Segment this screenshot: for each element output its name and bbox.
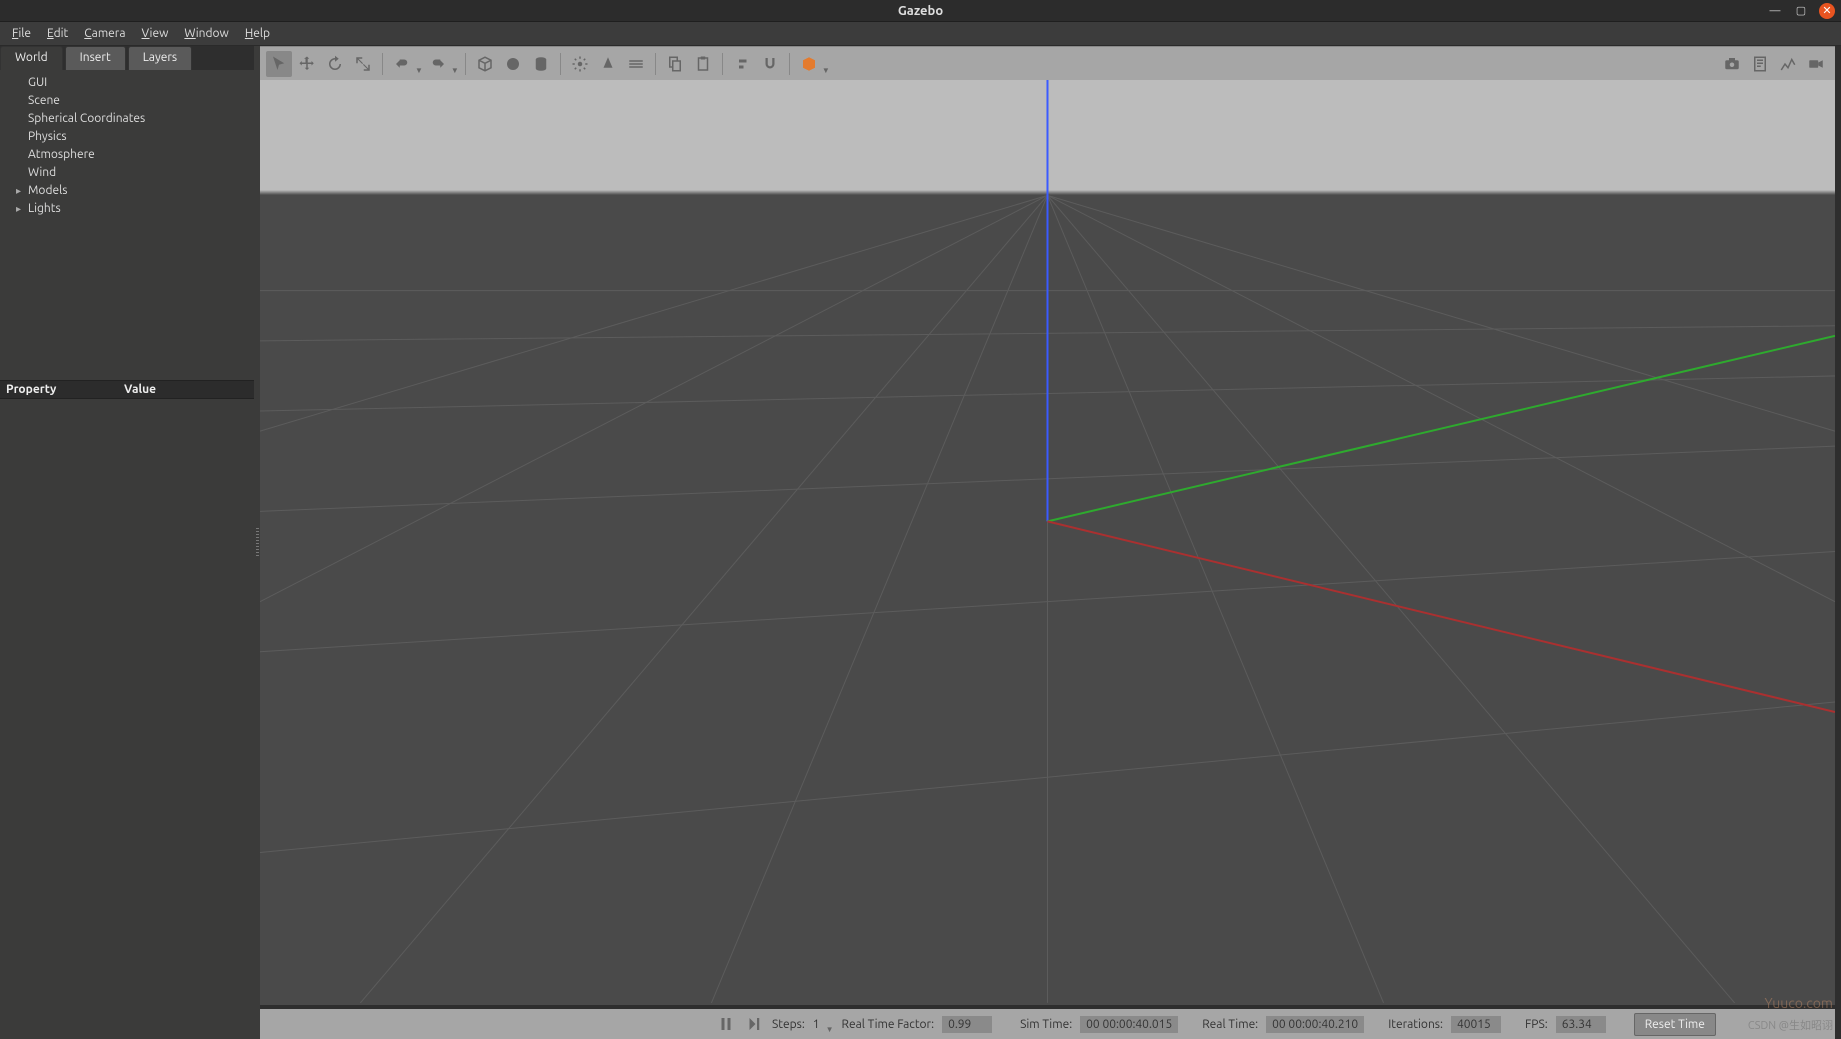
- pause-button[interactable]: [716, 1014, 736, 1034]
- snap-button[interactable]: [757, 51, 783, 77]
- tree-scene[interactable]: Scene: [12, 92, 254, 110]
- undo-button[interactable]: [389, 51, 415, 77]
- align-button[interactable]: [729, 51, 755, 77]
- paste-button[interactable]: [690, 51, 716, 77]
- view-angle-dropdown-icon[interactable]: ▼: [822, 66, 830, 80]
- select-tool[interactable]: [266, 51, 292, 77]
- world-tree: GUI Scene Spherical Coordinates Physics …: [0, 70, 254, 380]
- point-light[interactable]: [567, 51, 593, 77]
- translate-tool[interactable]: [294, 51, 320, 77]
- tree-lights[interactable]: Lights: [12, 200, 254, 218]
- record-button[interactable]: [1803, 51, 1829, 77]
- viewport-3d[interactable]: [260, 80, 1835, 1005]
- menu-help[interactable]: Help: [237, 24, 278, 43]
- undo-dropdown-icon[interactable]: ▼: [415, 66, 423, 80]
- steps-label: Steps:: [772, 1018, 805, 1031]
- axes-overlay: [260, 80, 1835, 1003]
- menu-camera[interactable]: Camera: [76, 24, 133, 43]
- menu-edit[interactable]: Edit: [39, 24, 76, 43]
- value-col: Value: [118, 381, 162, 398]
- minimize-button[interactable]: —: [1767, 3, 1783, 19]
- tree-physics[interactable]: Physics: [12, 128, 254, 146]
- toolbar: ▼ ▼ ▼: [260, 46, 1835, 80]
- fps-label: FPS:: [1525, 1018, 1548, 1031]
- tree-spherical[interactable]: Spherical Coordinates: [12, 110, 254, 128]
- watermark: Yuuco.com: [1764, 995, 1833, 1011]
- tab-insert[interactable]: Insert: [65, 46, 126, 70]
- maximize-button[interactable]: ▢: [1793, 3, 1809, 19]
- directional-light[interactable]: [623, 51, 649, 77]
- box-shape[interactable]: [472, 51, 498, 77]
- x-axis: [1047, 521, 1834, 712]
- iterations-value: 40015: [1451, 1016, 1501, 1033]
- realtime-value: 00 00:00:40.210: [1266, 1016, 1364, 1033]
- simtime-value: 00 00:00:40.015: [1080, 1016, 1178, 1033]
- plot-button[interactable]: [1775, 51, 1801, 77]
- titlebar: Gazebo — ▢ ✕: [0, 0, 1841, 22]
- left-panel: World Insert Layers GUI Scene Spherical …: [0, 46, 254, 1039]
- y-axis: [1047, 336, 1834, 522]
- screenshot-button[interactable]: [1719, 51, 1745, 77]
- rotate-tool[interactable]: [322, 51, 348, 77]
- tree-models[interactable]: Models: [12, 182, 254, 200]
- steps-dropdown-icon[interactable]: ▼: [826, 1025, 834, 1039]
- view-angle-button[interactable]: [796, 51, 822, 77]
- iterations-label: Iterations:: [1388, 1018, 1443, 1031]
- menubar: File Edit Camera View Window Help: [0, 22, 1841, 46]
- steps-value: 1: [813, 1018, 820, 1031]
- step-button[interactable]: [744, 1014, 764, 1034]
- property-header: Property Value: [0, 380, 254, 399]
- scale-tool[interactable]: [350, 51, 376, 77]
- menu-window[interactable]: Window: [176, 24, 236, 43]
- tree-gui[interactable]: GUI: [12, 74, 254, 92]
- tree-atmosphere[interactable]: Atmosphere: [12, 146, 254, 164]
- copy-button[interactable]: [662, 51, 688, 77]
- fps-value: 63.34: [1556, 1016, 1606, 1033]
- tab-layers[interactable]: Layers: [128, 46, 192, 70]
- attribution: CSDN @生如昭诩: [1748, 1017, 1833, 1033]
- rtf-value: 0.99: [942, 1016, 992, 1033]
- property-col: Property: [0, 381, 118, 398]
- menu-view[interactable]: View: [134, 24, 177, 43]
- spot-light[interactable]: [595, 51, 621, 77]
- status-bar: Steps: 1 ▼ Real Time Factor: 0.99 Sim Ti…: [260, 1009, 1835, 1039]
- property-body: [0, 399, 254, 1039]
- close-button[interactable]: ✕: [1819, 3, 1835, 19]
- redo-button[interactable]: [425, 51, 451, 77]
- simtime-label: Sim Time:: [1020, 1018, 1072, 1031]
- rtf-label: Real Time Factor:: [842, 1018, 935, 1031]
- menu-file[interactable]: File: [4, 24, 39, 43]
- log-button[interactable]: [1747, 51, 1773, 77]
- cylinder-shape[interactable]: [528, 51, 554, 77]
- tree-wind[interactable]: Wind: [12, 164, 254, 182]
- window-title: Gazebo: [898, 4, 943, 18]
- sidebar-tabs: World Insert Layers: [0, 46, 254, 70]
- realtime-label: Real Time:: [1202, 1018, 1258, 1031]
- tab-world[interactable]: World: [0, 46, 63, 70]
- redo-dropdown-icon[interactable]: ▼: [451, 66, 459, 80]
- reset-time-button[interactable]: Reset Time: [1634, 1013, 1716, 1036]
- sphere-shape[interactable]: [500, 51, 526, 77]
